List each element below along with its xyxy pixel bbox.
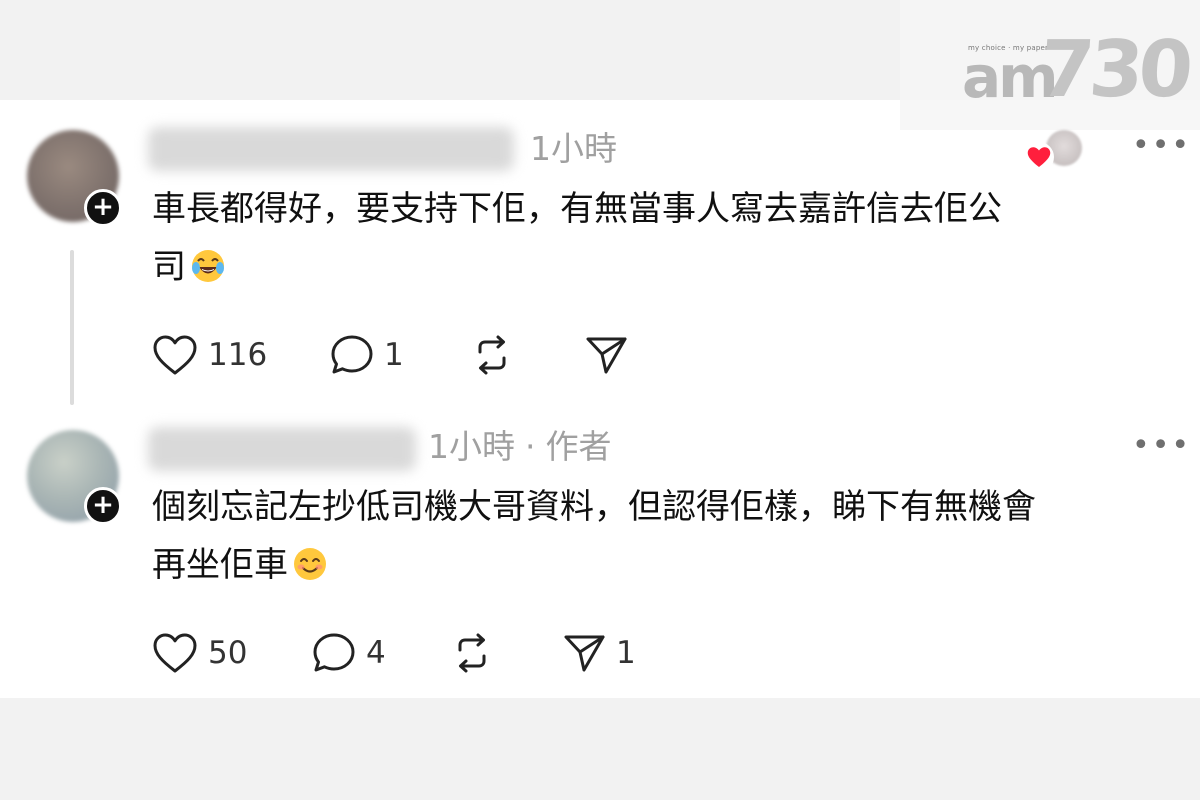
- meta-separator: ·: [525, 427, 536, 466]
- bottom-band: [0, 698, 1200, 800]
- thread-line: [70, 250, 74, 405]
- follow-button[interactable]: +: [84, 487, 122, 525]
- more-dots-icon[interactable]: •••: [1132, 431, 1191, 461]
- comment-line-1: 車長都得好，要支持下佢，有無當事人寫去嘉許信去佢公: [152, 189, 1002, 229]
- share-button[interactable]: 1: [562, 632, 636, 674]
- watermark-brand-number: 730: [1036, 25, 1191, 115]
- repost-arrows-icon: [478, 335, 506, 375]
- timestamp: 1小時: [428, 427, 515, 466]
- red-heart-icon: [1024, 142, 1054, 172]
- comment-line-2: 司: [152, 238, 1152, 296]
- send-plane-icon: [564, 635, 605, 672]
- heart-outline-icon: [153, 633, 197, 673]
- face-with-tears-of-joy-icon: [192, 250, 224, 282]
- plus-icon: +: [92, 192, 114, 222]
- timestamp: 1小時: [530, 129, 617, 168]
- more-dots-icon[interactable]: •••: [1132, 131, 1191, 161]
- plus-icon: +: [92, 490, 114, 520]
- like-button[interactable]: 50: [152, 632, 247, 674]
- comment-text: 個刻忘記左抄低司機大哥資料，但認得佢樣，睇下有無機會 再坐佢車: [152, 478, 1152, 594]
- comment-line-2: 再坐佢車: [152, 536, 1152, 594]
- like-count: 50: [208, 635, 248, 671]
- repost-button[interactable]: [450, 632, 504, 674]
- send-plane-icon: [586, 337, 627, 374]
- comment-text: 車長都得好，要支持下佢，有無當事人寫去嘉許信去佢公 司: [152, 180, 1152, 296]
- comment-meta: 1小時 · 作者: [428, 425, 612, 469]
- username-blurred[interactable]: [148, 127, 514, 171]
- reply-count: 4: [366, 635, 386, 671]
- repost-arrows-icon: [458, 633, 486, 673]
- share-count: 1: [616, 635, 636, 671]
- repost-button[interactable]: [470, 334, 524, 376]
- reply-button[interactable]: 1: [330, 334, 404, 376]
- heart-outline-icon: [153, 335, 197, 375]
- comment-line-2-text: 再坐佢車: [152, 545, 288, 585]
- author-tag: 作者: [545, 427, 612, 466]
- comment-line-2-text: 司: [152, 247, 186, 287]
- comment-bubble-icon: [331, 335, 373, 374]
- reply-button[interactable]: 4: [312, 632, 386, 674]
- like-count: 116: [208, 337, 268, 373]
- smiling-face-with-smiling-eyes-icon: [294, 548, 326, 580]
- comment-line-1: 個刻忘記左抄低司機大哥資料，但認得佢樣，睇下有無機會: [152, 487, 1036, 527]
- like-button[interactable]: 116: [152, 334, 267, 376]
- follow-button[interactable]: +: [84, 189, 122, 227]
- username-blurred[interactable]: [148, 427, 416, 471]
- share-button[interactable]: [584, 334, 638, 376]
- comment-bubble-icon: [313, 633, 355, 672]
- reply-count: 1: [384, 337, 404, 373]
